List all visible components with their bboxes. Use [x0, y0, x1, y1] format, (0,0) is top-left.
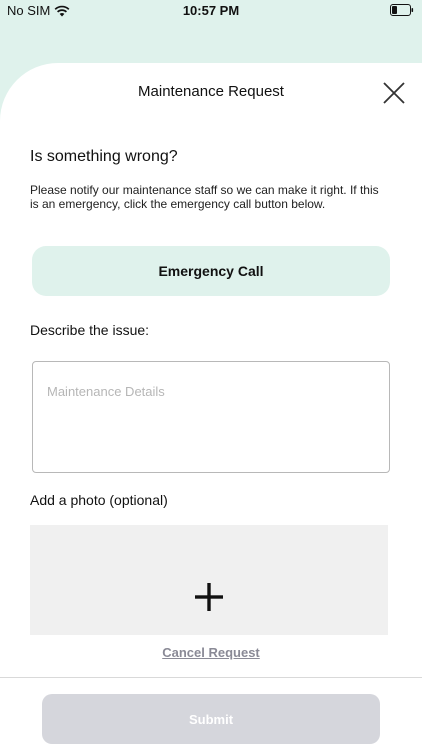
- maintenance-request-sheet: Maintenance Request Is something wrong? …: [0, 63, 422, 750]
- battery-icon: [390, 4, 414, 16]
- cancel-request-link[interactable]: Cancel Request: [0, 645, 422, 660]
- add-photo-button[interactable]: [30, 525, 388, 635]
- divider: [0, 677, 422, 678]
- submit-button[interactable]: Submit: [42, 694, 380, 744]
- status-bar: No SIM 10:57 PM: [0, 0, 422, 22]
- description-text: Please notify our maintenance staff so w…: [30, 183, 379, 211]
- page-title: Maintenance Request: [138, 83, 284, 100]
- close-button[interactable]: [381, 80, 407, 106]
- section-heading: Is something wrong?: [30, 148, 178, 165]
- plus-icon: [195, 583, 223, 611]
- close-icon: [383, 82, 405, 104]
- describe-issue-label: Describe the issue:: [30, 322, 150, 338]
- status-time: 10:57 PM: [182, 3, 240, 18]
- maintenance-details-input[interactable]: [32, 361, 390, 473]
- add-photo-label: Add a photo (optional): [30, 492, 168, 508]
- emergency-call-button[interactable]: Emergency Call: [32, 246, 390, 296]
